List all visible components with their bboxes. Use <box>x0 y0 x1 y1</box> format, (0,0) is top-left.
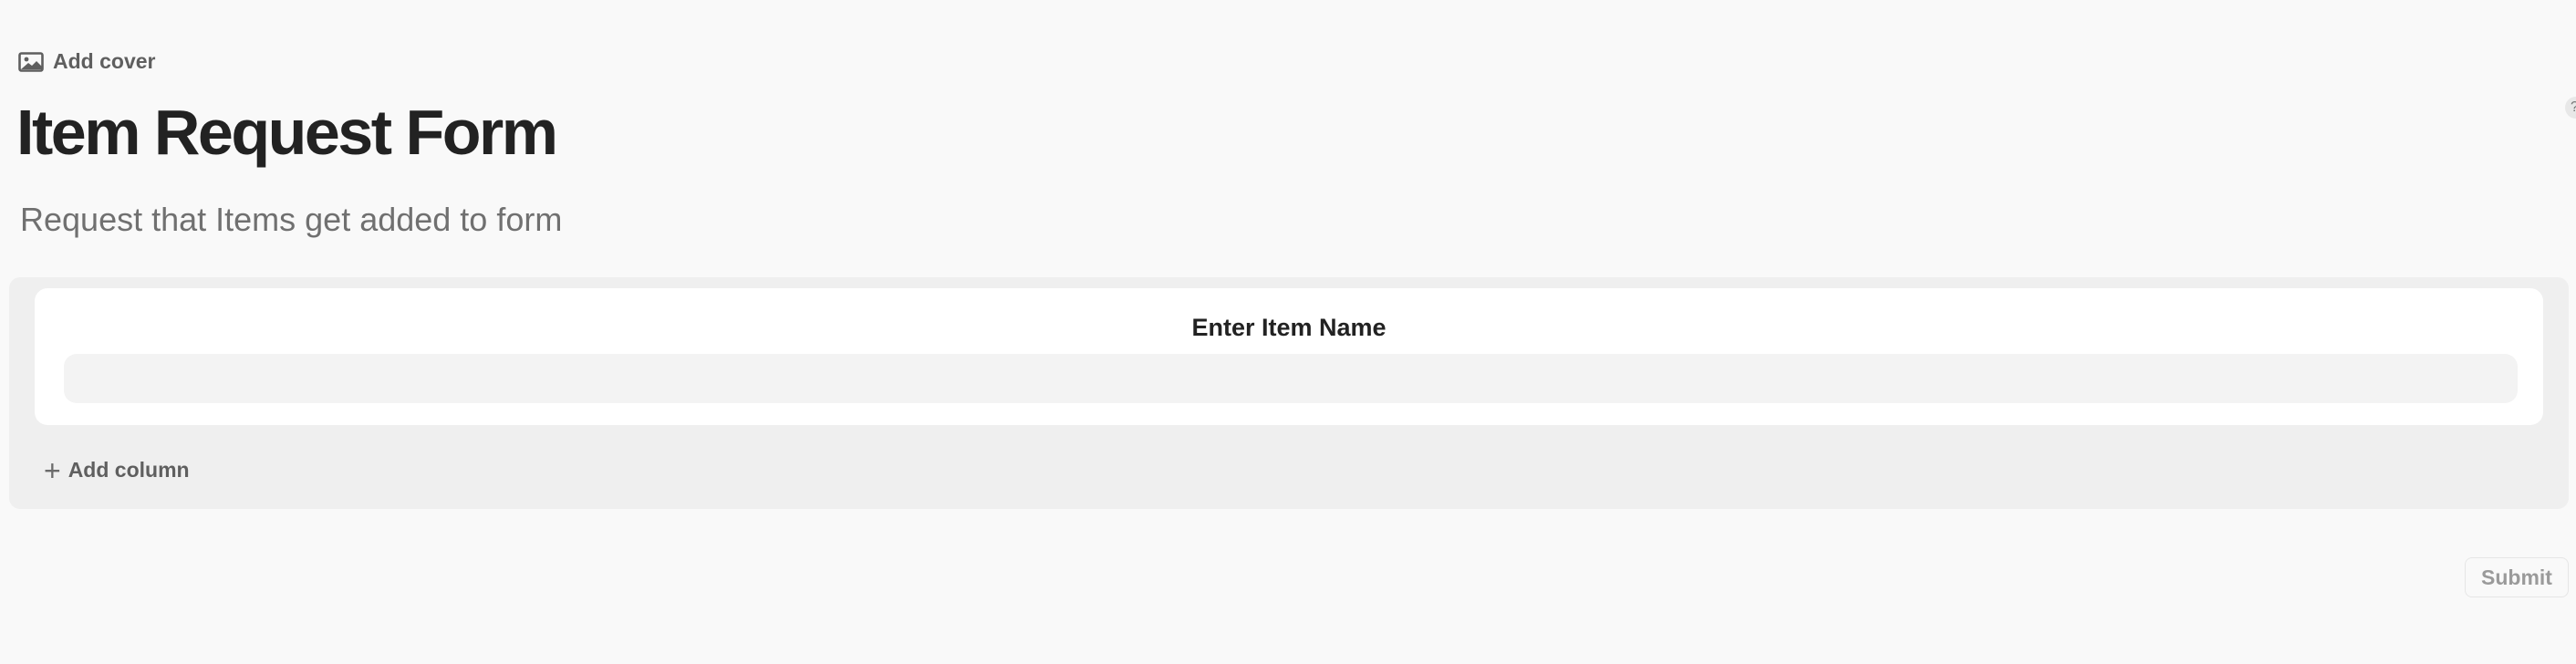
add-column-label: Add column <box>68 458 190 482</box>
column-label[interactable]: Enter Item Name <box>35 314 2543 342</box>
form-columns-panel: Enter Item Name + Add column <box>9 277 2569 509</box>
add-cover-button[interactable]: Add cover <box>18 49 155 74</box>
form-title[interactable]: Item Request Form <box>16 91 558 173</box>
help-icon[interactable]: ? <box>2565 97 2576 119</box>
submit-button[interactable]: Submit <box>2465 557 2569 597</box>
form-description[interactable]: Request that Items get added to form <box>20 199 562 241</box>
item-name-input[interactable] <box>64 354 2518 403</box>
add-column-button[interactable]: + Add column <box>44 453 190 487</box>
image-icon <box>18 51 44 72</box>
form-column-card[interactable]: Enter Item Name <box>35 288 2543 425</box>
add-cover-label: Add cover <box>53 49 156 73</box>
plus-icon: + <box>44 453 61 487</box>
